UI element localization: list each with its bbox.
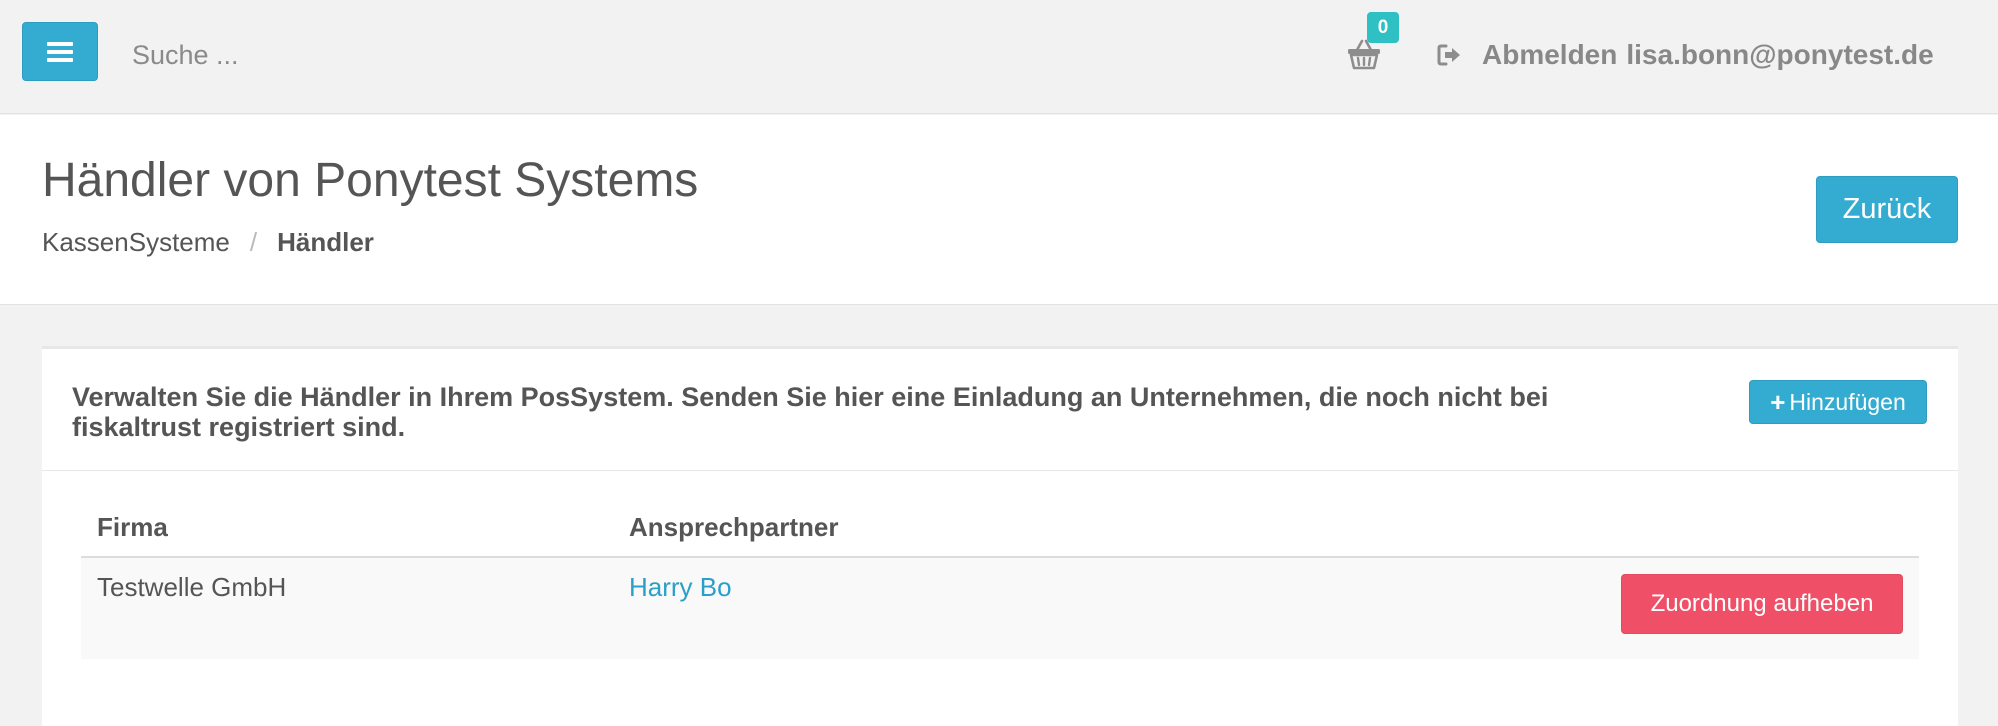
- logout-link[interactable]: Abmelden lisa.bonn@ponytest.de: [1436, 34, 1934, 76]
- page-title: Händler von Ponytest Systems: [42, 154, 699, 207]
- card-description: Verwalten Sie die Händler in Ihrem PosSy…: [72, 382, 1549, 442]
- cell-actions: Zuordnung aufheben: [1180, 557, 1919, 659]
- merchants-card: Verwalten Sie die Händler in Ihrem PosSy…: [42, 346, 1958, 726]
- menu-icon: [47, 41, 73, 62]
- column-header-firma: Firma: [81, 499, 613, 558]
- add-merchant-button[interactable]: + Hinzufügen: [1749, 380, 1927, 424]
- column-header-actions: [1180, 499, 1919, 558]
- table-header-row: Firma Ansprechpartner: [81, 499, 1919, 558]
- search-input[interactable]: [118, 30, 678, 80]
- add-button-label: Hinzufügen: [1789, 388, 1906, 415]
- cart-count-badge: 0: [1367, 12, 1399, 43]
- column-header-ansprechpartner: Ansprechpartner: [613, 499, 1181, 558]
- table-row: Testwelle GmbH Harry Bo Zuordnung aufheb…: [81, 557, 1919, 659]
- contact-link[interactable]: Harry Bo: [629, 572, 732, 602]
- user-email: lisa.bonn@ponytest.de: [1626, 39, 1934, 70]
- breadcrumb-item-haendler: Händler: [277, 227, 374, 257]
- breadcrumb-item-kassensysteme[interactable]: KassenSysteme: [42, 227, 230, 258]
- logout-label: Abmelden: [1482, 39, 1618, 70]
- menu-toggle-button[interactable]: [22, 22, 98, 81]
- page-header: Händler von Ponytest Systems KassenSyste…: [0, 115, 1998, 305]
- merchants-table: Firma Ansprechpartner Testwelle GmbH Har…: [81, 499, 1919, 659]
- card-header: Verwalten Sie die Händler in Ihrem PosSy…: [42, 349, 1958, 471]
- cell-contact: Harry Bo: [613, 557, 1181, 659]
- back-button[interactable]: Zurück: [1816, 176, 1958, 243]
- breadcrumb: KassenSysteme / Händler: [42, 227, 374, 258]
- breadcrumb-separator: /: [249, 227, 258, 257]
- cell-company: Testwelle GmbH: [81, 557, 613, 659]
- top-bar: 0 Abmelden lisa.bonn@ponytest.de: [0, 0, 1998, 114]
- unassign-button[interactable]: Zuordnung aufheben: [1621, 574, 1903, 634]
- logout-icon: [1437, 44, 1460, 66]
- plus-icon: +: [1770, 386, 1786, 417]
